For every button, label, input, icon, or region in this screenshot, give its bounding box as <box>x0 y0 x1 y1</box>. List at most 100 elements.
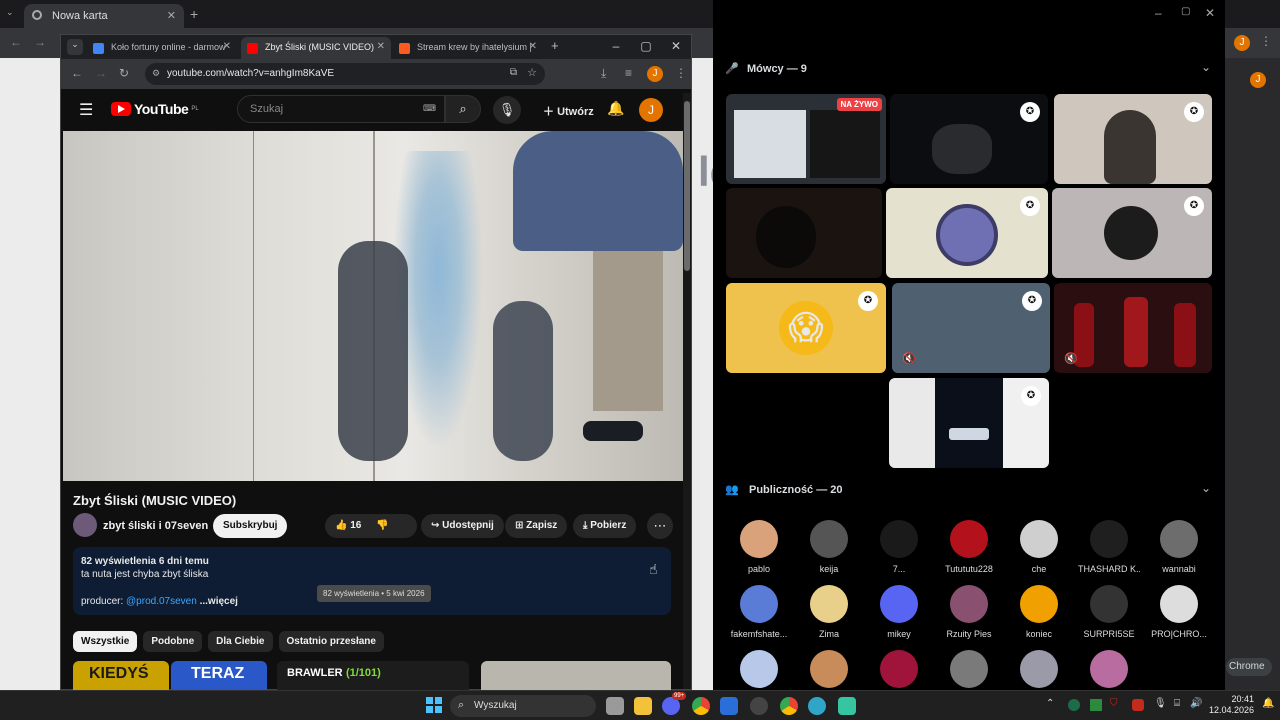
speaker-tile[interactable]: ✪ <box>1052 188 1212 278</box>
youtube-logo[interactable]: YouTube PL <box>111 101 199 117</box>
volume-icon[interactable]: 🔊 <box>1190 698 1202 709</box>
edge-icon[interactable] <box>808 697 826 715</box>
chip-wszystkie[interactable]: Wszystkie <box>73 631 138 652</box>
notifications-bell-icon[interactable]: 🔔 <box>607 100 624 117</box>
menu-icon[interactable]: ⋮ <box>1260 34 1272 48</box>
chrome-icon[interactable] <box>692 697 710 715</box>
maximize-icon[interactable]: ▢ <box>631 39 661 53</box>
address-bar[interactable]: ⚙ youtube.com/watch?v=anhgIm8KaVE ⧉ ☆ <box>145 63 545 85</box>
app-icon[interactable] <box>720 697 738 715</box>
related-video-thumbnail[interactable] <box>481 661 671 691</box>
taskbar-clock[interactable]: 20:41 12.04.2026 <box>1208 694 1254 716</box>
audience-member[interactable]: THASHARD K... <box>1078 520 1140 574</box>
steam-icon[interactable] <box>750 697 768 715</box>
more-link[interactable]: ...więcej <box>200 596 238 607</box>
profile-avatar[interactable]: J <box>647 66 663 82</box>
windows-start-icon[interactable] <box>426 697 442 713</box>
audience-member[interactable]: fakemfshate... <box>728 585 790 639</box>
tab-search-icon[interactable]: ⌄ <box>6 7 14 18</box>
notifications-icon[interactable]: 🔔 <box>1262 698 1274 709</box>
reload-icon[interactable]: ↻ <box>119 66 129 80</box>
audience-member[interactable] <box>1078 650 1140 694</box>
audience-member[interactable]: 7... <box>868 520 930 574</box>
audience-member[interactable]: che <box>1008 520 1070 574</box>
tab-youtube[interactable]: Zbyt Śliski (MUSIC VIDEO) ✕ <box>241 37 391 59</box>
channel-avatar[interactable] <box>73 513 97 537</box>
speaker-tile[interactable]: 🔇 <box>1054 283 1212 373</box>
description-box[interactable]: 82 wyświetlenia 6 dni temu ta nuta jest … <box>73 547 671 615</box>
related-video-thumbnail[interactable]: KIEDYŚ <box>73 661 169 691</box>
bookmark-star-icon[interactable]: ☆ <box>527 66 537 79</box>
chip-dla-ciebie[interactable]: Dla Ciebie <box>208 631 273 652</box>
close-icon[interactable]: ✕ <box>529 41 537 52</box>
forward-icon[interactable]: → <box>34 35 46 49</box>
back-icon[interactable]: ← <box>71 66 83 80</box>
speaker-tile[interactable]: ✪ <box>886 188 1048 278</box>
search-button[interactable]: ⌕ <box>445 95 481 123</box>
related-video-thumbnail[interactable]: BRAWLER (1/101) <box>277 661 469 691</box>
tray-app-icon[interactable] <box>1132 699 1144 711</box>
page-scrollbar[interactable] <box>683 93 691 689</box>
download-button[interactable]: ⤓ Pobierz <box>573 514 637 538</box>
speaker-tile[interactable]: 😱 ✪ <box>726 283 886 373</box>
like-button[interactable]: 👍 16 <box>335 520 361 531</box>
tray-chevron-icon[interactable]: ⌃ <box>1046 698 1054 709</box>
audience-member[interactable] <box>938 650 1000 694</box>
related-video-thumbnail[interactable]: TERAZ <box>171 661 267 691</box>
keyboard-icon[interactable]: ⌨ <box>423 103 436 114</box>
tray-app-icon[interactable] <box>1068 699 1080 711</box>
audience-member[interactable]: keija <box>798 520 860 574</box>
audience-member[interactable] <box>728 650 790 694</box>
create-button[interactable]: ＋ Utwórz <box>533 96 604 124</box>
chrome-label[interactable]: Chrome <box>1226 658 1272 676</box>
profile-avatar[interactable]: J <box>1234 35 1250 51</box>
side-avatar[interactable]: J <box>1250 72 1266 88</box>
audience-member[interactable]: wannabi <box>1148 520 1210 574</box>
audience-member[interactable]: Tutututu228 <box>938 520 1000 574</box>
cast-icon[interactable]: ⧉ <box>510 67 517 78</box>
network-icon[interactable]: ⌸ <box>1174 698 1180 709</box>
audience-member[interactable]: SURPRI5SE <box>1078 585 1140 639</box>
speaker-tile-screenshare[interactable]: NA ŻYWO <box>726 94 886 184</box>
account-avatar[interactable]: J <box>639 98 663 122</box>
close-icon[interactable]: ✕ <box>223 41 231 52</box>
audience-member[interactable] <box>798 650 860 694</box>
background-tab-new[interactable]: Nowa karta ✕ <box>24 4 184 28</box>
share-button[interactable]: ↪ Udostępnij <box>421 514 504 538</box>
search-input[interactable]: Szukaj ⌨ <box>237 95 445 123</box>
speaker-tile[interactable] <box>726 188 882 278</box>
close-icon[interactable]: ✕ <box>377 41 385 52</box>
task-view-icon[interactable] <box>606 697 624 715</box>
file-explorer-icon[interactable] <box>634 697 652 715</box>
speaker-tile[interactable]: ✪ 🔇 <box>892 283 1050 373</box>
voice-search-button[interactable]: 🎙 <box>493 96 521 124</box>
tab-search-icon[interactable]: ⌄ <box>67 39 83 55</box>
speaker-tile[interactable]: ✪ <box>890 94 1048 184</box>
chrome-icon[interactable] <box>780 697 798 715</box>
audience-member[interactable]: koniec <box>1008 585 1070 639</box>
close-window-icon[interactable]: ✕ <box>1205 6 1215 20</box>
audience-member[interactable]: Rzuity Pies <box>938 585 1000 639</box>
chip-ostatnio-przeslane[interactable]: Ostatnio przesłane <box>278 631 384 652</box>
channel-name[interactable]: zbyt śliski i 07seven <box>103 520 208 532</box>
nvidia-icon[interactable] <box>1090 699 1102 711</box>
producer-link[interactable]: @prod.07seven <box>126 596 197 607</box>
dislike-button[interactable]: 👎 <box>376 520 388 531</box>
site-info-icon[interactable]: ⚙ <box>152 68 160 79</box>
minimize-icon[interactable]: – <box>1155 6 1162 20</box>
audience-member[interactable] <box>1008 650 1070 694</box>
speaker-tile[interactable]: ✪ <box>1054 94 1212 184</box>
scroll-thumb[interactable] <box>684 101 690 271</box>
back-icon[interactable]: ← <box>10 35 22 49</box>
audience-member[interactable] <box>868 650 930 694</box>
speaker-tile[interactable]: ✪ <box>889 378 1049 468</box>
subscribe-button[interactable]: Subskrybuj <box>213 514 288 538</box>
video-player[interactable] <box>63 131 683 481</box>
audience-member[interactable]: Zima <box>798 585 860 639</box>
notepad-icon[interactable] <box>838 697 856 715</box>
shield-tray-icon[interactable]: ⛉ <box>1110 698 1118 709</box>
more-actions-button[interactable]: ⋯ <box>647 513 673 539</box>
extensions-icon[interactable]: ≡ <box>625 66 632 80</box>
new-tab-button[interactable]: + <box>551 38 559 53</box>
hamburger-menu-icon[interactable]: ☰ <box>79 100 93 120</box>
